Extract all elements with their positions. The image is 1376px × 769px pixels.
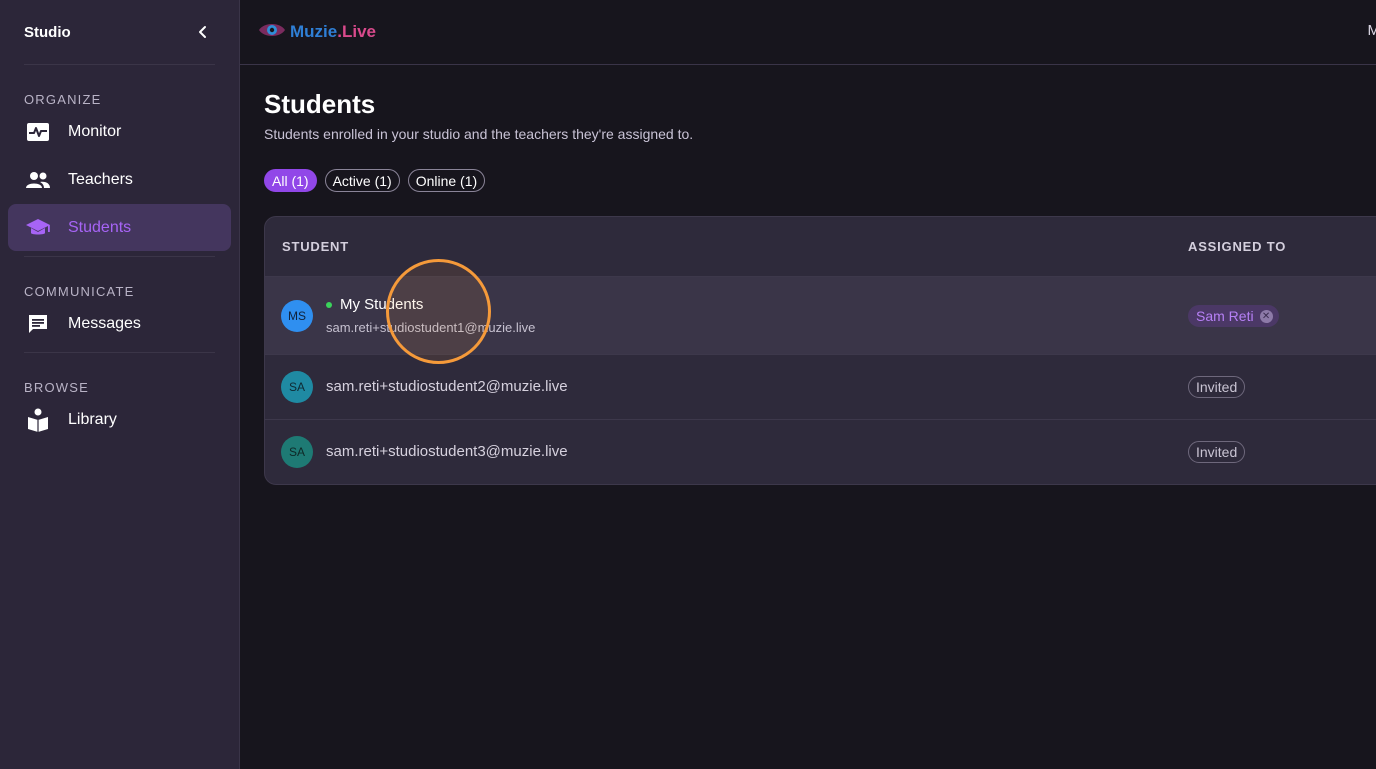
online-status-dot bbox=[326, 301, 332, 308]
muzie-logo[interactable]: Muzie.Live bbox=[258, 21, 376, 44]
sidebar-item-label: Library bbox=[68, 410, 117, 428]
student-name: My Students bbox=[340, 296, 424, 313]
sidebar-item-label: Students bbox=[68, 218, 132, 236]
page-title: Students bbox=[264, 89, 376, 119]
account-menu-partial[interactable]: M bbox=[1368, 22, 1376, 39]
sidebar-item-label: Messages bbox=[68, 314, 141, 332]
graduation-cap-icon bbox=[24, 214, 52, 242]
message-icon bbox=[24, 310, 52, 338]
filter-chips: All (1) Active (1) Online (1) bbox=[264, 169, 486, 192]
sidebar-item-label: Teachers bbox=[68, 170, 133, 188]
monitor-icon bbox=[24, 118, 52, 146]
student-name-line: My Students bbox=[326, 296, 423, 313]
people-icon bbox=[24, 166, 52, 194]
filter-chip-active[interactable]: Active (1) bbox=[324, 169, 400, 192]
sidebar-item-library[interactable]: Library bbox=[8, 396, 231, 443]
book-reader-icon bbox=[24, 406, 52, 434]
avatar: SA bbox=[281, 436, 313, 468]
page-subtitle: Students enrolled in your studio and the… bbox=[264, 126, 694, 142]
assigned-teacher-tag: Sam Reti ✕ bbox=[1188, 305, 1279, 327]
sidebar-item-monitor[interactable]: Monitor bbox=[8, 108, 231, 155]
table-row[interactable]: SA sam.reti+studiostudent3@muzie.live In… bbox=[265, 420, 1376, 484]
student-email: sam.reti+studiostudent3@muzie.live bbox=[326, 443, 568, 460]
student-email: sam.reti+studiostudent1@muzie.live bbox=[326, 320, 536, 335]
logo-text: Muzie.Live bbox=[290, 22, 376, 41]
sidebar-item-teachers[interactable]: Teachers bbox=[8, 156, 231, 203]
section-label-communicate: COMMUNICATE bbox=[24, 284, 135, 299]
column-header-assigned[interactable]: ASSIGNED TO bbox=[1188, 239, 1286, 254]
table-row[interactable]: MS My Students sam.reti+studiostudent1@m… bbox=[265, 277, 1376, 355]
table-row[interactable]: SA sam.reti+studiostudent2@muzie.live In… bbox=[265, 355, 1376, 420]
remove-assignment-icon[interactable]: ✕ bbox=[1259, 309, 1273, 323]
eye-logo-icon bbox=[258, 21, 286, 44]
students-table: STUDENT ASSIGNED TO MS My Students sam.r… bbox=[264, 216, 1376, 485]
sidebar-item-students[interactable]: Students bbox=[8, 204, 231, 251]
filter-chip-online[interactable]: Online (1) bbox=[407, 169, 486, 192]
filter-chip-all[interactable]: All (1) bbox=[264, 169, 317, 192]
section-label-browse: BROWSE bbox=[24, 380, 89, 395]
chevron-left-icon[interactable] bbox=[191, 20, 215, 44]
sidebar-item-messages[interactable]: Messages bbox=[8, 300, 231, 347]
status-badge-invited: Invited bbox=[1188, 376, 1246, 398]
assigned-teacher-name: Sam Reti bbox=[1196, 308, 1254, 324]
sidebar-item-label: Monitor bbox=[68, 122, 122, 140]
avatar: SA bbox=[281, 371, 313, 403]
section-label-organize: ORGANIZE bbox=[24, 92, 102, 107]
sidebar-header: Studio bbox=[0, 0, 239, 64]
avatar: MS bbox=[281, 300, 313, 332]
sidebar-title: Studio bbox=[24, 23, 71, 41]
status-badge-invited: Invited bbox=[1188, 441, 1246, 463]
table-header: STUDENT ASSIGNED TO bbox=[265, 217, 1376, 277]
sidebar: Studio ORGANIZE Monitor Teachers Student… bbox=[0, 0, 240, 769]
student-email: sam.reti+studiostudent2@muzie.live bbox=[326, 378, 568, 395]
top-bar: Muzie.Live M bbox=[240, 0, 1376, 65]
column-header-student[interactable]: STUDENT bbox=[282, 239, 349, 254]
